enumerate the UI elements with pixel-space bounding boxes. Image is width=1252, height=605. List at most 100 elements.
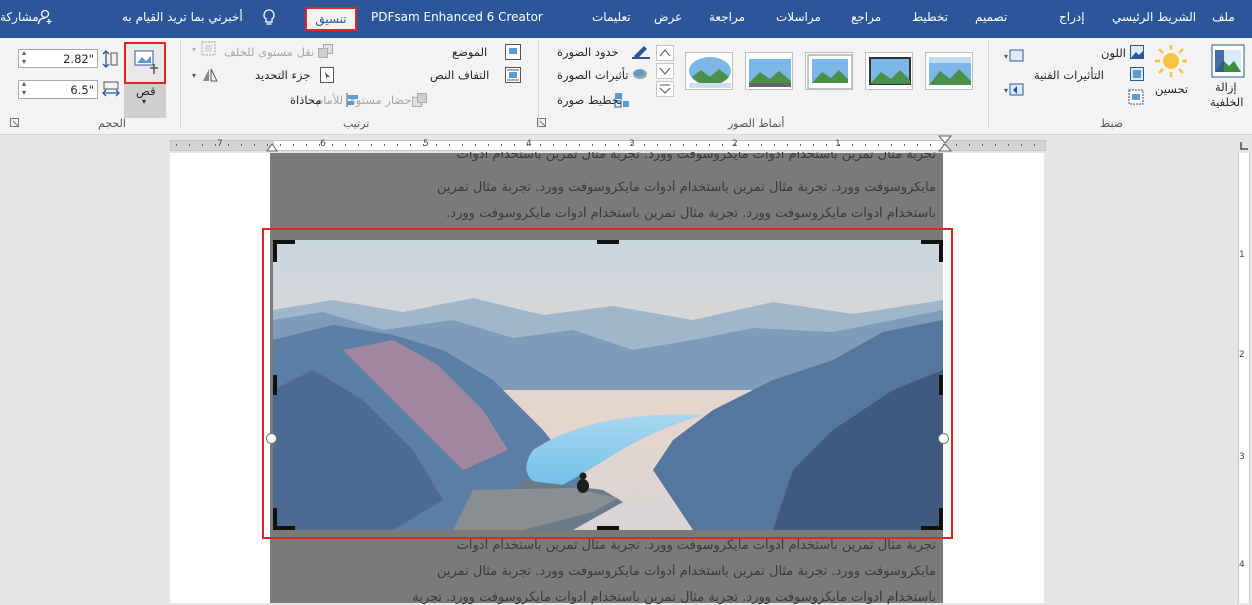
- picture-style-5[interactable]: [685, 52, 733, 90]
- crop-handle-top-left-v[interactable]: [273, 240, 277, 262]
- rotate-icon[interactable]: ▾: [192, 67, 218, 86]
- picture-layout-label[interactable]: تخطيط صورة: [557, 93, 622, 107]
- corrections-label[interactable]: تحسين: [1155, 82, 1188, 96]
- picture-border-icon[interactable]: [632, 43, 650, 62]
- wrap-text-icon[interactable]: [505, 67, 521, 86]
- spin-arrows-icon[interactable]: ▴ ▾: [22, 48, 26, 66]
- tab-selector-icon[interactable]: [1238, 140, 1250, 154]
- tab-insert[interactable]: إدراج: [1059, 10, 1085, 24]
- send-backward-label[interactable]: نقل مستوى للخلف: [224, 45, 314, 59]
- picture-border-label[interactable]: حدود الصورة: [557, 45, 619, 59]
- tab-help[interactable]: تعليمات: [592, 10, 631, 24]
- selection-pane-icon[interactable]: [320, 67, 334, 86]
- bring-forward-icon[interactable]: [412, 93, 427, 110]
- reset-picture-icon[interactable]: ▾: [1004, 82, 1026, 101]
- width-field[interactable]: 6.5" ▴ ▾: [18, 79, 98, 99]
- body-text-line: مايكروسوفت وورد. تجربة مثال تمرين باستخد…: [436, 564, 936, 579]
- gallery-scroll-down-icon[interactable]: [656, 63, 674, 82]
- user-icon[interactable]: [37, 9, 53, 28]
- align-icon[interactable]: [346, 92, 360, 111]
- compress-picture-icon[interactable]: [1128, 89, 1144, 108]
- color-label[interactable]: اللون: [1101, 46, 1126, 60]
- crop-handle-bottom[interactable]: [597, 526, 619, 530]
- shape-height-icon: [102, 50, 118, 71]
- artistic-effects-icon[interactable]: [1130, 67, 1144, 84]
- picture-layout-icon[interactable]: [614, 92, 630, 111]
- ribbon: [0, 38, 1252, 135]
- crop-icon: [132, 48, 160, 79]
- group-divider: [180, 40, 181, 128]
- crop-handle-right[interactable]: [939, 375, 943, 395]
- ruler-tick: [683, 144, 684, 146]
- group-divider: [538, 40, 539, 128]
- picture-style-1[interactable]: [925, 52, 973, 90]
- ruler-tick: [904, 144, 905, 146]
- ruler-tick: [176, 144, 177, 146]
- body-text-line: تجربة مثال تمرين باستخدام أدوات مايكروسو…: [456, 538, 936, 553]
- tab-review[interactable]: مراجعة: [709, 10, 745, 24]
- wrap-text-label[interactable]: التفاف النص: [430, 68, 489, 82]
- tab-file[interactable]: ملف: [1212, 10, 1235, 24]
- ruler-tick: [969, 144, 970, 146]
- crop-handle-top-right-v[interactable]: [939, 240, 943, 262]
- svg-text:▾: ▾: [1004, 86, 1008, 95]
- crop-button[interactable]: [124, 42, 166, 84]
- gallery-more-icon[interactable]: [656, 81, 674, 100]
- bring-forward-label[interactable]: إحضار مستوى للأمام: [316, 93, 415, 107]
- ruler-tick: [787, 144, 788, 146]
- ruler-tick: [215, 144, 216, 146]
- size-dialog-launcher-icon[interactable]: [10, 117, 20, 131]
- ruler-tick: [202, 144, 203, 146]
- sun-corrections-icon[interactable]: [1154, 44, 1188, 81]
- picture-effects-label[interactable]: تأثيرات الصورة: [557, 68, 629, 82]
- position-label[interactable]: الموضع: [452, 45, 487, 59]
- ruler-number: 7: [217, 139, 223, 149]
- ruler-number: 3: [629, 139, 635, 149]
- color-icon[interactable]: [1130, 45, 1144, 62]
- tab-references[interactable]: مراجع: [851, 10, 881, 24]
- align-label[interactable]: محاذاة: [290, 93, 321, 107]
- svg-text:▾: ▾: [192, 45, 196, 54]
- ruler-tick: [1034, 144, 1035, 146]
- vertical-ruler[interactable]: [1235, 153, 1252, 603]
- crop-handle-bottom-right-v[interactable]: [939, 508, 943, 530]
- remove-background-label-2[interactable]: الخلفية: [1210, 95, 1243, 109]
- tab-home[interactable]: الشريط الرئيسي: [1112, 10, 1196, 24]
- tab-layout[interactable]: تخطيط: [912, 10, 948, 24]
- tab-format[interactable]: تنسيق: [305, 7, 357, 31]
- ruler-tick: [592, 144, 593, 146]
- send-backward-icon[interactable]: [318, 44, 333, 61]
- change-picture-icon[interactable]: ▾: [1004, 49, 1026, 68]
- share-button[interactable]: مشاركة: [0, 10, 39, 24]
- remove-background-label[interactable]: إزالة: [1215, 80, 1237, 94]
- group-objects-icon[interactable]: ▾: [192, 41, 218, 60]
- crop-handle-left[interactable]: [273, 375, 277, 395]
- group-divider: [988, 40, 989, 128]
- lightbulb-icon[interactable]: [262, 9, 276, 30]
- resize-handle-right[interactable]: [938, 433, 949, 444]
- gallery-scroll-up-icon[interactable]: [656, 45, 674, 64]
- picture-style-4[interactable]: [745, 52, 793, 90]
- width-value: 6.5": [70, 83, 94, 97]
- artistic-effects-label[interactable]: التأثيرات الفنية: [1034, 68, 1104, 82]
- remove-background-icon[interactable]: [1211, 44, 1245, 81]
- spin-arrows-icon[interactable]: ▴ ▾: [22, 79, 26, 97]
- picture-effects-icon[interactable]: [632, 67, 648, 84]
- crop-dropdown[interactable]: قص ▾: [124, 84, 166, 118]
- picture-style-3[interactable]: [805, 52, 853, 90]
- crop-handle-bottom-left-v[interactable]: [273, 508, 277, 530]
- tab-design[interactable]: تصميم: [975, 10, 1007, 24]
- selection-pane-label[interactable]: جزء التحديد: [255, 68, 310, 82]
- tab-pdfsam[interactable]: PDFsam Enhanced 6 Creator: [371, 10, 543, 24]
- tell-me-label[interactable]: أخبرني بما تريد القيام به: [122, 10, 243, 24]
- ruler-tick: [605, 144, 606, 146]
- resize-handle-left[interactable]: [266, 433, 277, 444]
- ruler-number: 5: [423, 139, 429, 149]
- height-field[interactable]: 2.82" ▴ ▾: [18, 48, 98, 68]
- crop-handle-top[interactable]: [597, 240, 619, 244]
- picture-style-2[interactable]: [865, 52, 913, 90]
- ruler-tick: [384, 144, 385, 146]
- position-icon[interactable]: [505, 44, 521, 63]
- tab-view[interactable]: عرض: [654, 10, 682, 24]
- tab-mailings[interactable]: مراسلات: [776, 10, 821, 24]
